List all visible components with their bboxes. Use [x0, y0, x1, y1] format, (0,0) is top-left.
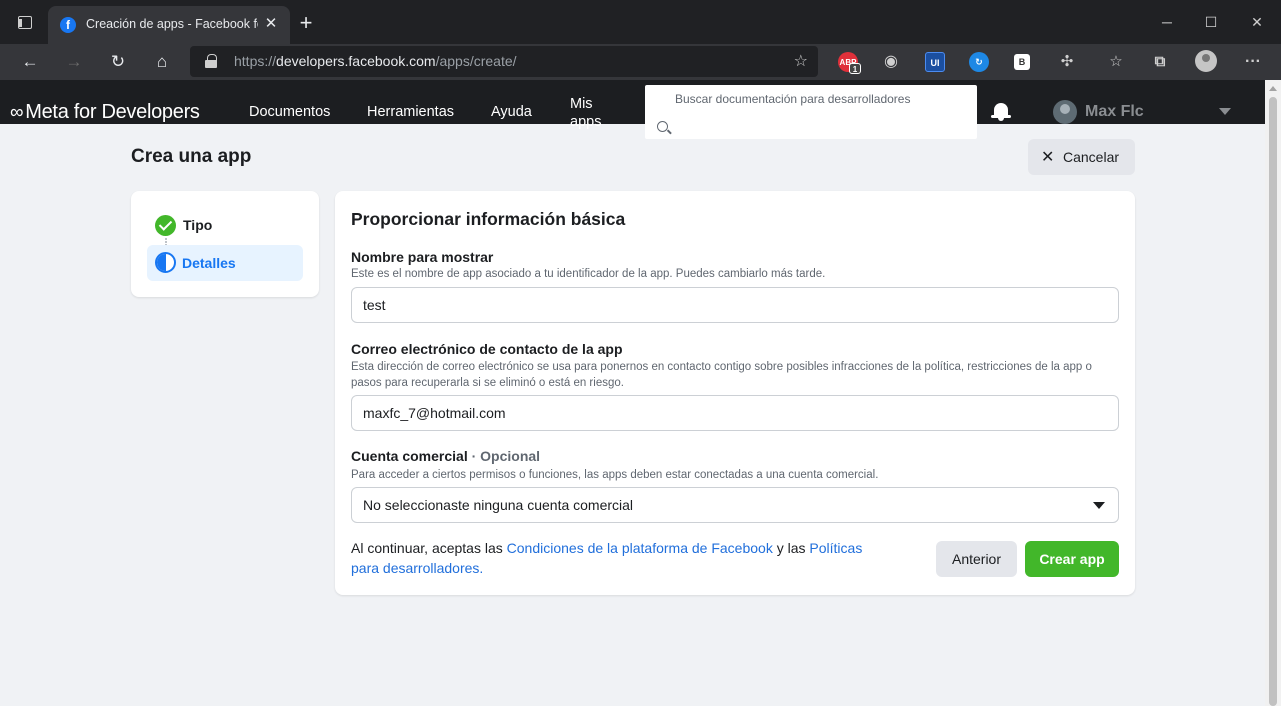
- search-icon: [657, 121, 668, 132]
- camera-extension-icon[interactable]: ◉: [881, 52, 901, 72]
- steps-panel: Tipo Detalles: [131, 191, 319, 297]
- user-name[interactable]: Max Flc: [1085, 103, 1144, 121]
- meta-logo[interactable]: ∞ Meta for Developers: [10, 101, 200, 124]
- page-title: Crea una app: [131, 146, 252, 167]
- search-placeholder: Buscar documentación para desarrolladore…: [675, 92, 911, 106]
- home-icon[interactable]: ⌂: [150, 50, 174, 74]
- card-title: Proporcionar información básica: [351, 209, 626, 229]
- basic-info-card: Proporcionar información básica Nombre p…: [335, 191, 1135, 595]
- close-window-icon[interactable]: ✕: [1247, 12, 1267, 32]
- browser-tab-bar: f Creación de apps - Facebook for ✕ + ─ …: [0, 0, 1281, 44]
- meta-infinity-icon: ∞: [10, 102, 24, 123]
- half-circle-icon: [155, 252, 176, 273]
- new-tab-icon[interactable]: +: [296, 12, 316, 34]
- browser-tab[interactable]: f Creación de apps - Facebook for ✕: [48, 6, 290, 44]
- display-name-field[interactable]: test: [351, 287, 1119, 323]
- address-bar[interactable]: https://developers.facebook.com/apps/cre…: [190, 46, 818, 77]
- reload-icon[interactable]: ↻: [106, 50, 130, 74]
- cancel-button[interactable]: ✕ Cancelar: [1028, 139, 1135, 175]
- business-label: Cuenta comercial · Opcional: [351, 448, 541, 464]
- business-help: Para acceder a ciertos permisos o funcio…: [351, 469, 879, 481]
- optional-tag: · Opcional: [471, 448, 541, 464]
- nav-link-documentos[interactable]: Documentos: [249, 104, 330, 120]
- step-label-tipo[interactable]: Tipo: [183, 217, 212, 233]
- minimize-icon[interactable]: ─: [1157, 12, 1177, 32]
- profile-icon[interactable]: [1195, 50, 1217, 72]
- caret-down-icon: [1093, 502, 1105, 509]
- avatar[interactable]: [1053, 100, 1077, 124]
- back-icon[interactable]: ←: [18, 50, 42, 74]
- create-app-button[interactable]: Crear app: [1025, 541, 1119, 577]
- nav-link-ayuda[interactable]: Ayuda: [491, 104, 532, 120]
- facebook-icon: f: [60, 17, 76, 33]
- business-account-select[interactable]: No seleccionaste ninguna cuenta comercia…: [351, 487, 1119, 523]
- maximize-icon[interactable]: ☐: [1201, 12, 1221, 32]
- display-name-help: Este es el nombre de app asociado a tu i…: [351, 268, 826, 280]
- scroll-up-icon[interactable]: [1269, 86, 1277, 91]
- forward-icon[interactable]: →: [62, 50, 86, 74]
- b-extension-icon[interactable]: B: [1014, 54, 1030, 70]
- step-detalles[interactable]: Detalles: [147, 245, 303, 281]
- tab-title: Creación de apps - Facebook for: [86, 17, 258, 31]
- email-help: Esta dirección de correo electrónico se …: [351, 361, 1092, 389]
- email-label: Correo electrónico de contacto de la app: [351, 341, 623, 357]
- tab-actions-icon[interactable]: [18, 16, 32, 29]
- scrollbar-thumb[interactable]: [1269, 97, 1277, 706]
- extensions-icon[interactable]: ✣: [1057, 52, 1077, 72]
- adblock-badge: 1: [849, 63, 861, 74]
- lock-icon[interactable]: [205, 54, 217, 68]
- add-favorite-icon[interactable]: ☆: [794, 51, 808, 71]
- check-circle-icon: [155, 215, 176, 236]
- nav-link-mis-apps[interactable]: Mis apps: [570, 95, 606, 131]
- browser-toolbar: ← → ↻ ⌂ https://developers.facebook.com/…: [0, 44, 1281, 80]
- ui-extension-icon[interactable]: UI: [925, 52, 945, 72]
- platform-terms-link[interactable]: Condiciones de la plataforma de Facebook: [507, 540, 773, 556]
- previous-button[interactable]: Anterior: [936, 541, 1017, 577]
- collections-icon[interactable]: ⧉: [1150, 52, 1170, 72]
- business-select-value: No seleccionaste ninguna cuenta comercia…: [363, 497, 634, 513]
- more-options-icon[interactable]: ···: [1243, 52, 1263, 72]
- display-name-label: Nombre para mostrar: [351, 249, 494, 265]
- sync-extension-icon[interactable]: ↻: [969, 52, 989, 72]
- nav-link-herramientas[interactable]: Herramientas: [367, 104, 454, 120]
- page-scrollbar[interactable]: [1265, 80, 1281, 706]
- docs-search-input[interactable]: Buscar documentación para desarrolladore…: [645, 85, 977, 139]
- url-text[interactable]: https://developers.facebook.com/apps/cre…: [234, 53, 517, 69]
- favorites-icon[interactable]: ☆: [1106, 52, 1126, 72]
- close-icon: ✕: [1041, 149, 1055, 166]
- step-label-detalles: Detalles: [182, 255, 236, 271]
- email-field[interactable]: maxfc_7@hotmail.com: [351, 395, 1119, 431]
- terms-text: Al continuar, aceptas las Condiciones de…: [351, 540, 863, 576]
- close-tab-icon[interactable]: ✕: [262, 15, 280, 33]
- notifications-bell-icon[interactable]: [991, 101, 1011, 123]
- chevron-down-icon[interactable]: [1219, 108, 1231, 115]
